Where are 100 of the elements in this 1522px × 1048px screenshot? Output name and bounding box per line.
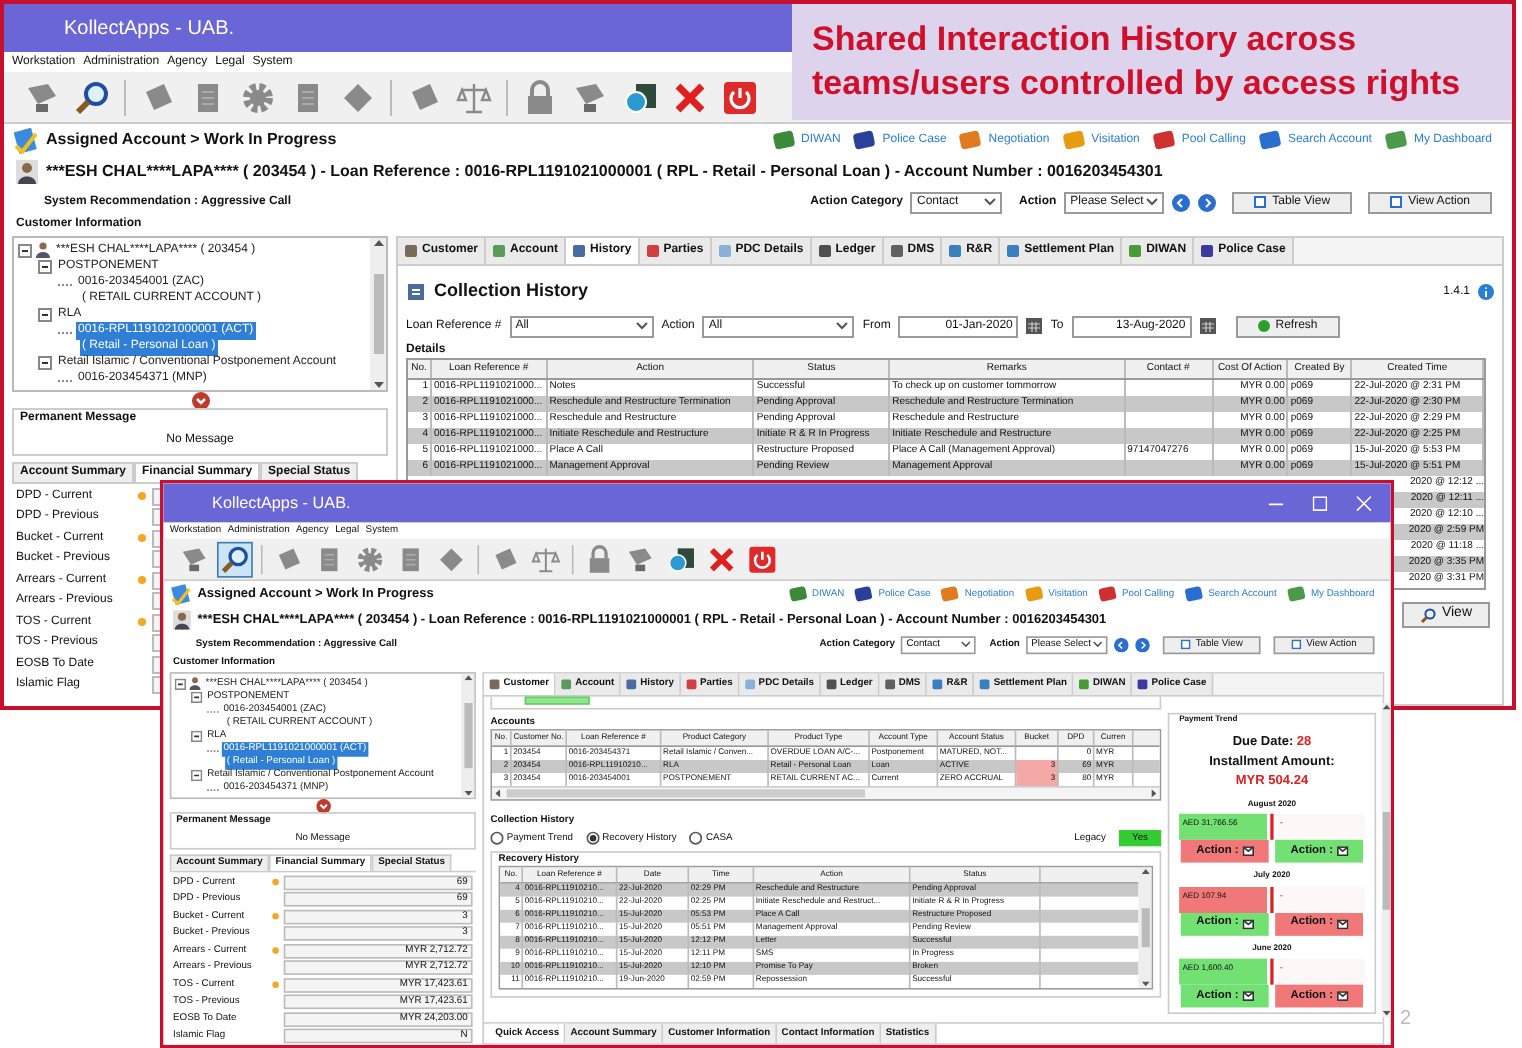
tab-icon	[685, 678, 697, 690]
shortcut-icon	[940, 584, 960, 604]
table-icon	[1181, 639, 1191, 650]
mail-icon	[1241, 918, 1254, 929]
scroll-right-icon[interactable]	[1151, 789, 1157, 798]
tab-icon	[404, 244, 418, 258]
window-title: KollectApps - UAB.	[212, 491, 351, 515]
scroll-up-icon[interactable]	[373, 240, 383, 246]
shortcut-icon	[854, 584, 874, 604]
breadcrumb: Assigned Account > Work In Progress	[46, 128, 337, 152]
next-icon[interactable]	[1198, 193, 1217, 211]
tab-icon	[1078, 678, 1090, 690]
person-icon	[173, 610, 191, 630]
previous-icon[interactable]	[1172, 193, 1191, 211]
close-icon	[672, 79, 708, 115]
scroll-down-icon[interactable]	[1140, 981, 1149, 987]
mail-icon	[1336, 918, 1348, 929]
scroll-up-icon[interactable]	[463, 675, 472, 681]
person-icon	[36, 242, 50, 258]
caret-icon	[1146, 198, 1159, 206]
calendar-icon[interactable]	[1199, 318, 1216, 334]
maximize-icon[interactable]	[1312, 495, 1328, 511]
scale-icon	[531, 544, 561, 574]
tab-icon	[931, 678, 944, 690]
search-icon	[1419, 607, 1436, 623]
tab-icon	[825, 678, 837, 690]
collapse-panel-icon[interactable]	[315, 798, 331, 813]
next-icon[interactable]	[1135, 637, 1151, 652]
scrollbar[interactable]	[492, 786, 1160, 800]
tab-icon	[979, 678, 991, 690]
slide-number: 2	[1400, 1006, 1412, 1034]
status-badge	[524, 696, 590, 705]
tab-icon	[743, 678, 756, 690]
scrollbar[interactable]	[370, 238, 386, 390]
globe-icon	[622, 79, 658, 115]
scroll-down-icon[interactable]	[463, 790, 472, 796]
shortcut-icon	[852, 128, 877, 152]
table-icon	[1390, 196, 1403, 208]
tab-icon	[889, 244, 904, 258]
toolbar-button[interactable]	[217, 541, 253, 577]
collapse-icon[interactable]	[38, 259, 52, 273]
tab-icon	[1136, 678, 1149, 690]
close-icon[interactable]	[1356, 495, 1372, 511]
shortcut-icon	[958, 128, 983, 152]
window-title: KollectApps - UAB.	[64, 15, 235, 43]
info-icon[interactable]	[1478, 284, 1494, 300]
scale-icon	[456, 79, 492, 115]
scrollbar[interactable]	[461, 673, 475, 798]
person-icon	[16, 160, 38, 184]
table-icon	[1254, 196, 1267, 208]
collapse-icon[interactable]	[18, 243, 32, 257]
collapse-icon[interactable]	[190, 729, 203, 742]
shortcut-icon	[1286, 584, 1307, 604]
tab-icon	[560, 678, 572, 690]
mail-icon	[1241, 846, 1254, 857]
previous-icon[interactable]	[1114, 637, 1129, 652]
toolbar-button[interactable]	[744, 541, 781, 577]
caret-icon	[836, 322, 849, 330]
headline-text: Shared Interaction History across teams/users controlled by access rights	[812, 18, 1463, 106]
scrollbar[interactable]	[1138, 867, 1152, 988]
collapse-icon[interactable]	[174, 677, 187, 690]
shortcut-icon	[771, 128, 795, 152]
person-icon	[189, 677, 201, 690]
collapse-icon[interactable]	[38, 307, 52, 321]
collapse-panel-icon[interactable]	[191, 391, 209, 409]
monitor-icon	[24, 79, 60, 115]
scroll-up-icon[interactable]	[1140, 869, 1149, 874]
shortcut-icon	[1023, 584, 1044, 604]
scroll-down-icon[interactable]	[1382, 1010, 1391, 1016]
collapse-icon[interactable]	[38, 355, 52, 369]
history-icon	[406, 282, 426, 302]
mail-icon	[1336, 991, 1348, 1001]
scroll-up-icon[interactable]	[1382, 704, 1391, 710]
gear-icon	[355, 544, 385, 574]
scroll-left-icon[interactable]	[495, 789, 501, 798]
tab-icon	[1006, 244, 1021, 258]
tab-icon	[817, 244, 832, 258]
table-icon	[1291, 639, 1302, 650]
tab-icon	[1128, 244, 1143, 258]
scrollbar[interactable]	[1382, 703, 1391, 1018]
tab-icon	[884, 678, 896, 690]
shortcut-icon	[1257, 128, 1282, 152]
card-icon	[140, 79, 176, 115]
gear-icon	[240, 79, 276, 115]
caret-icon	[961, 641, 972, 648]
shortcut-icon	[1097, 584, 1118, 604]
mail-icon	[1336, 846, 1348, 857]
calendar-icon[interactable]	[1026, 318, 1043, 334]
collapse-icon[interactable]	[190, 690, 203, 703]
tab-icon	[645, 244, 660, 258]
section-title: Collection History	[434, 278, 589, 305]
shortcut-icon	[1183, 584, 1204, 604]
monitor-icon	[179, 544, 209, 574]
monitor-icon	[572, 79, 608, 115]
checklist-icon	[12, 127, 38, 153]
search-icon	[220, 544, 250, 574]
collapse-icon[interactable]	[190, 768, 203, 781]
scroll-down-icon[interactable]	[373, 382, 383, 388]
checklist-icon	[169, 583, 191, 605]
power-icon	[722, 79, 758, 115]
